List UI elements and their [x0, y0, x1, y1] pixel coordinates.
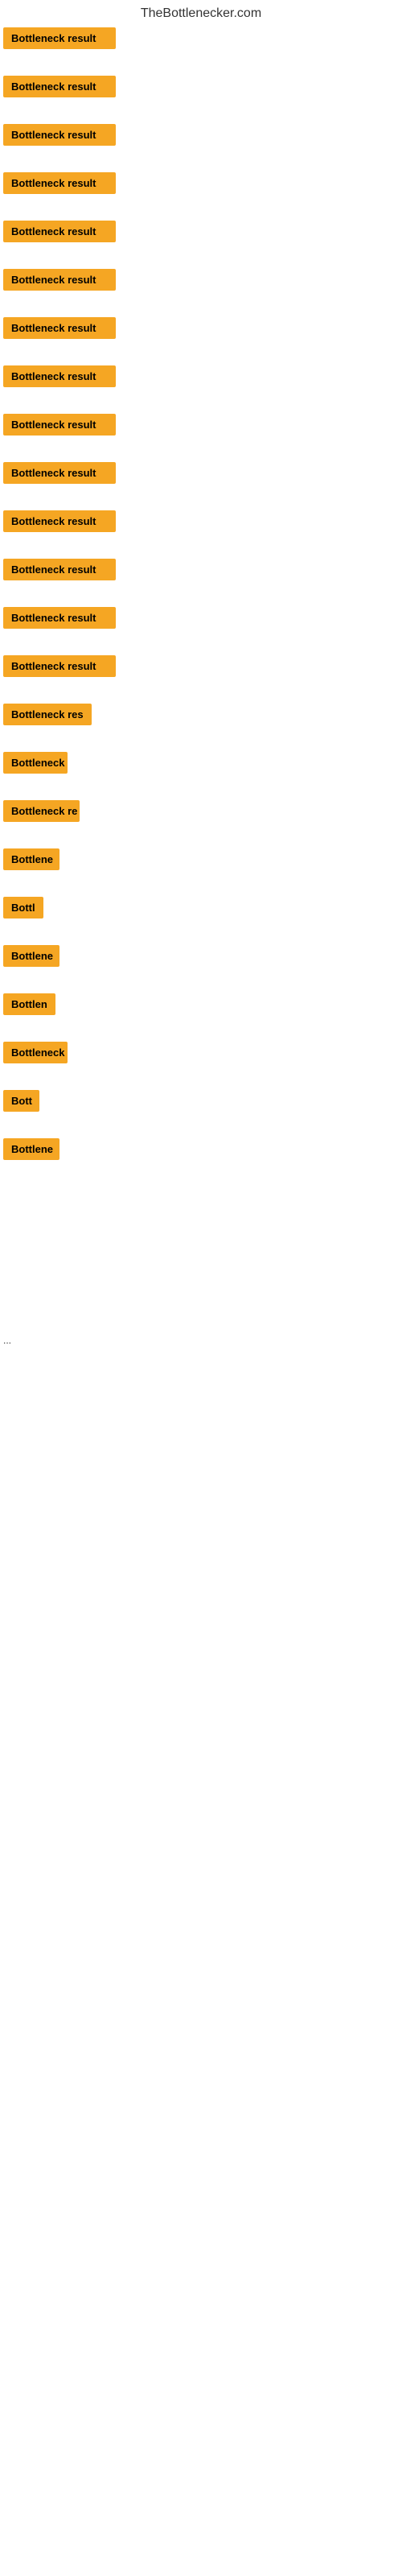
- bottleneck-badge[interactable]: Bottleneck result: [3, 607, 116, 629]
- footer-spacer: [0, 1352, 402, 1513]
- list-item: Bottlen: [3, 990, 399, 1022]
- list-item: Bottleneck result: [3, 507, 399, 539]
- item-spacer: [3, 877, 399, 894]
- item-spacer: [3, 829, 399, 845]
- list-item: Bottleneck result: [3, 411, 399, 443]
- list-item: Bottleneck result: [3, 362, 399, 394]
- site-title: TheBottlenecker.com: [0, 0, 402, 24]
- list-item: Bottleneck res: [3, 700, 399, 733]
- ellipsis-text: ...: [3, 1331, 399, 1349]
- bottleneck-badge[interactable]: Bott: [3, 1090, 39, 1112]
- item-spacer: [3, 394, 399, 411]
- item-spacer: [3, 588, 399, 604]
- item-spacer: [3, 733, 399, 749]
- footer-spacer-2: [0, 1513, 402, 1674]
- item-spacer: [3, 250, 399, 266]
- bottleneck-badge[interactable]: Bottleneck result: [3, 462, 116, 484]
- bottleneck-list: Bottleneck result Bottleneck result Bottle…: [0, 24, 402, 1167]
- item-spacer: [3, 491, 399, 507]
- list-item: Bottleneck result: [3, 604, 399, 636]
- list-item: Bottlene: [3, 1135, 399, 1167]
- bottleneck-badge[interactable]: Bottleneck result: [3, 27, 116, 49]
- bottleneck-badge[interactable]: Bottleneck re: [3, 800, 80, 822]
- item-spacer: [3, 926, 399, 942]
- list-item: Bottleneck: [3, 1038, 399, 1071]
- bottleneck-badge[interactable]: Bottleneck result: [3, 317, 116, 339]
- list-item: Bottleneck result: [3, 169, 399, 201]
- list-item: Bottlene: [3, 845, 399, 877]
- page-wrapper: TheBottlenecker.com Bottleneck resultBot…: [0, 0, 402, 1835]
- bottleneck-badge[interactable]: Bottlen: [3, 993, 55, 1015]
- bottleneck-badge[interactable]: Bottlene: [3, 1138, 59, 1160]
- ellipsis-container: ...: [0, 1328, 402, 1352]
- list-item: Bottleneck result: [3, 121, 399, 153]
- bottleneck-badge[interactable]: Bottleneck result: [3, 269, 116, 291]
- list-item: Bottleneck result: [3, 652, 399, 684]
- list-item: Bott: [3, 1087, 399, 1119]
- item-spacer: [3, 105, 399, 121]
- bottleneck-badge[interactable]: Bottleneck result: [3, 655, 116, 677]
- item-spacer: [3, 974, 399, 990]
- list-item: Bottleneck: [3, 749, 399, 781]
- item-spacer: [3, 636, 399, 652]
- bottleneck-badge[interactable]: Bottleneck: [3, 1042, 68, 1063]
- list-item: Bottleneck result: [3, 555, 399, 588]
- item-spacer: [3, 1022, 399, 1038]
- bottleneck-badge[interactable]: Bottleneck: [3, 752, 68, 774]
- item-spacer: [3, 684, 399, 700]
- item-spacer: [3, 153, 399, 169]
- list-item: Bottl: [3, 894, 399, 926]
- item-spacer: [3, 346, 399, 362]
- list-item: Bottleneck result: [3, 72, 399, 105]
- bottleneck-badge[interactable]: Bottleneck result: [3, 510, 116, 532]
- bottleneck-badge[interactable]: Bottleneck result: [3, 76, 116, 97]
- item-spacer: [3, 443, 399, 459]
- bottleneck-badge[interactable]: Bottleneck result: [3, 172, 116, 194]
- bottleneck-badge[interactable]: Bottlene: [3, 848, 59, 870]
- item-spacer: [3, 298, 399, 314]
- footer-spacer-3: [0, 1674, 402, 1835]
- list-item: Bottleneck result: [3, 459, 399, 491]
- list-item: Bottleneck result: [3, 266, 399, 298]
- item-spacer: [3, 1119, 399, 1135]
- bottleneck-badge[interactable]: Bottlene: [3, 945, 59, 967]
- bottleneck-badge[interactable]: Bottl: [3, 897, 43, 919]
- list-item: Bottlene: [3, 942, 399, 974]
- item-spacer: [3, 1071, 399, 1087]
- bottleneck-badge[interactable]: Bottleneck res: [3, 704, 92, 725]
- bottleneck-badge[interactable]: Bottleneck result: [3, 221, 116, 242]
- item-spacer: [3, 201, 399, 217]
- item-spacer: [3, 539, 399, 555]
- list-item: Bottleneck re: [3, 797, 399, 829]
- list-item: Bottleneck result: [3, 217, 399, 250]
- bottleneck-badge[interactable]: Bottleneck result: [3, 124, 116, 146]
- bottleneck-badge[interactable]: Bottleneck result: [3, 414, 116, 436]
- bottleneck-badge[interactable]: Bottleneck result: [3, 365, 116, 387]
- item-spacer: [3, 781, 399, 797]
- list-item: Bottleneck result: [3, 314, 399, 346]
- bottleneck-badge[interactable]: Bottleneck result: [3, 559, 116, 580]
- item-spacer: [3, 56, 399, 72]
- bottom-spacer: [0, 1167, 402, 1328]
- list-item: Bottleneck result: [3, 24, 399, 56]
